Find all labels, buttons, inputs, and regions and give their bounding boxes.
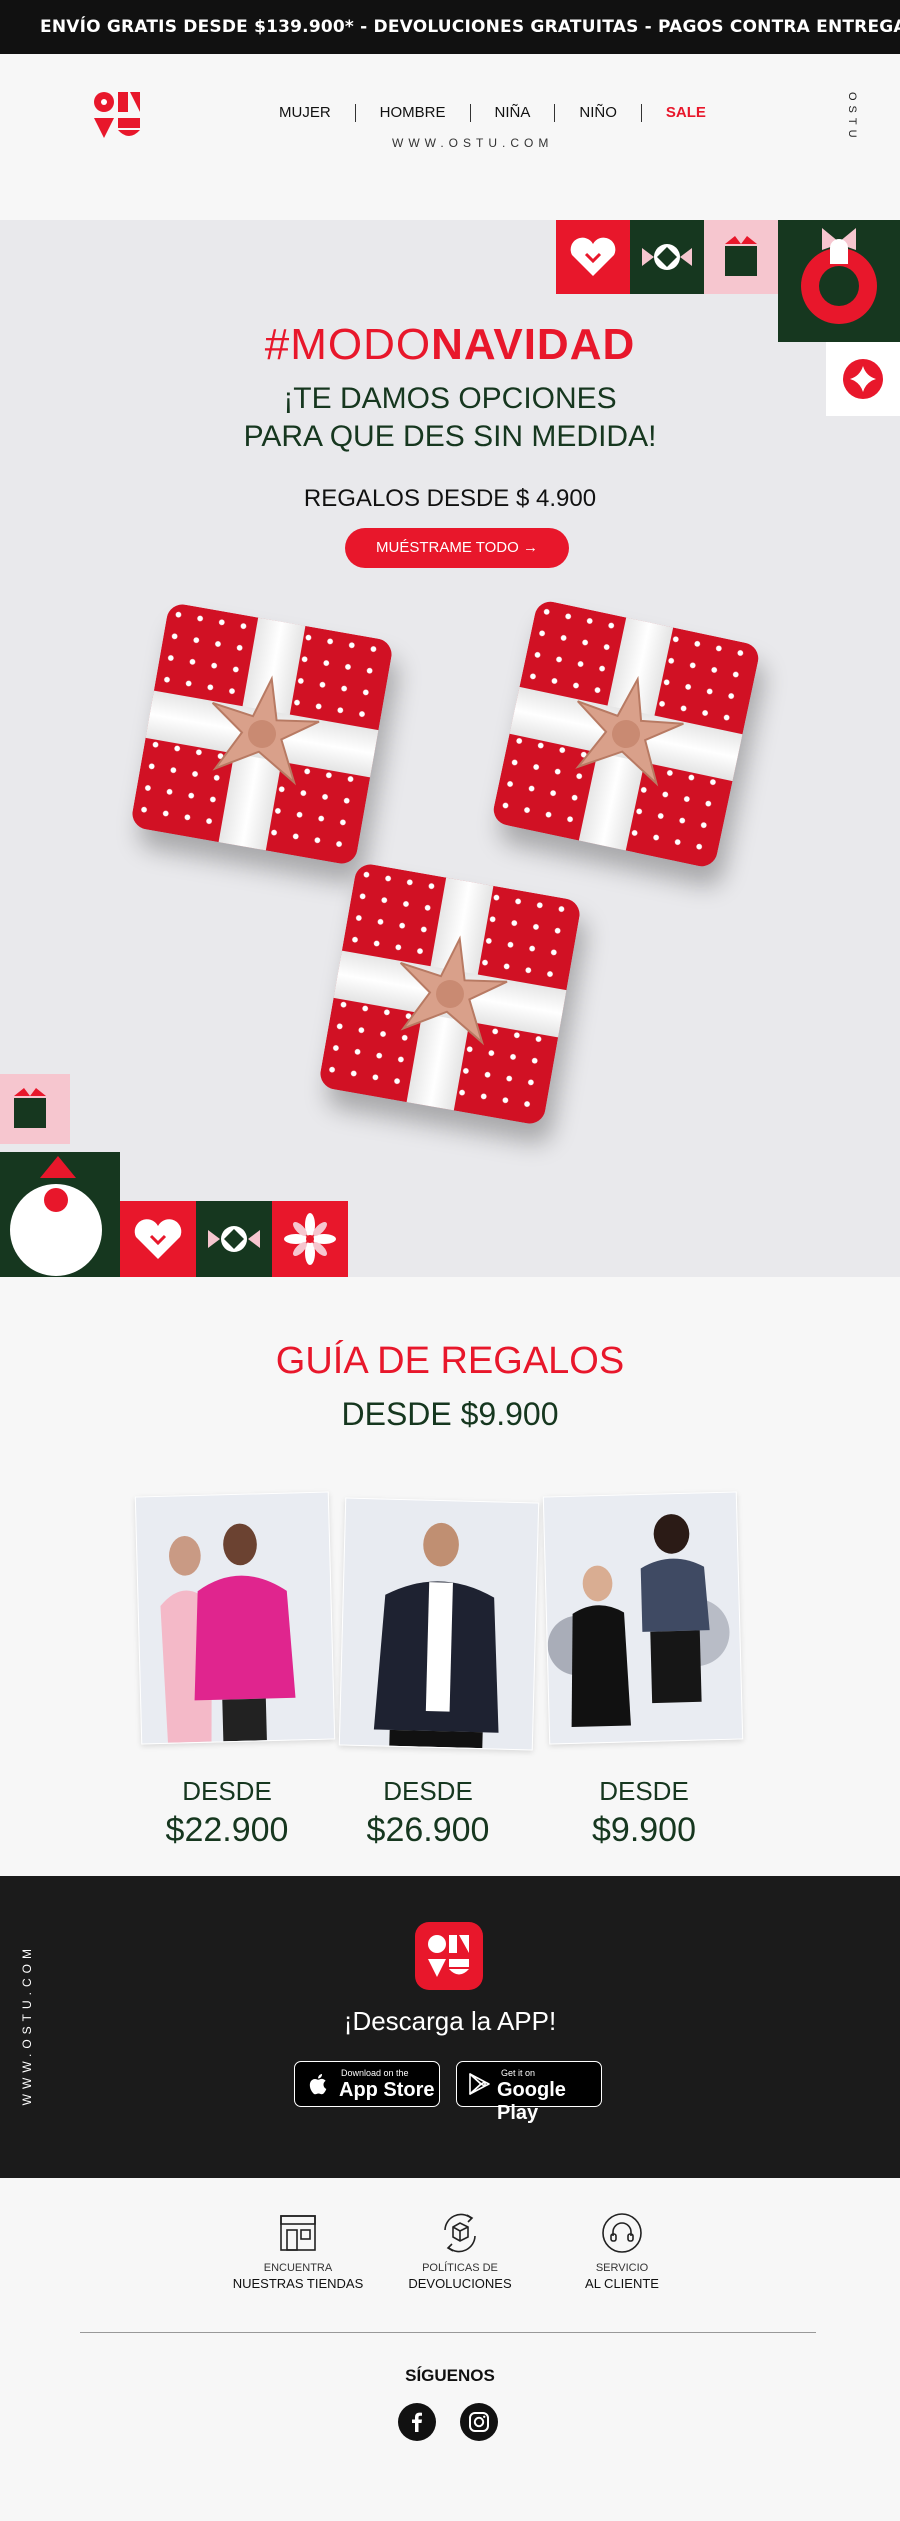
heart-icon — [120, 1201, 196, 1277]
site-header: MUJER HOMBRE NIÑA NIÑO SALE WWW.OSTU.COM… — [0, 54, 900, 220]
returns-policy-link[interactable]: POLÍTICAS DE DEVOLUCIONES — [380, 2210, 540, 2291]
googleplay-small-text: Get it on — [501, 2068, 536, 2078]
appstore-big-text: App Store — [339, 2079, 435, 2101]
service-line1: POLÍTICAS DE — [422, 2262, 498, 2274]
google-play-button[interactable]: Get it on Google Play — [456, 2061, 602, 2124]
announcement-text: ENVÍO GRATIS DESDE $139.900* - DEVOLUCIO… — [40, 17, 900, 37]
service-line1: SERVICIO — [595, 2262, 649, 2274]
brand-vertical-text: OSTU — [846, 92, 858, 143]
app-download-section: WWW.OSTU.COM ¡Descarga la APP! Download … — [0, 1876, 900, 2178]
desde-label: DESDE — [599, 1776, 689, 1806]
product-price-men: DESDE $26.900 — [328, 1776, 528, 1850]
facebook-icon[interactable] — [398, 2403, 436, 2441]
snowflake-icon — [272, 1201, 348, 1277]
bow-icon — [399, 935, 508, 1046]
googleplay-big-text: Google Play — [497, 2079, 566, 2124]
candy-icon — [630, 220, 704, 294]
price-value: $26.900 — [366, 1811, 490, 1849]
service-line2: NUESTRAS TIENDAS — [232, 2276, 364, 2291]
gift-box-image — [129, 601, 395, 867]
bow-icon — [211, 675, 320, 786]
apple-icon — [309, 2074, 327, 2095]
appstore-small-text: Download on the — [341, 2068, 409, 2078]
instagram-icon[interactable] — [460, 2403, 498, 2441]
candy-icon — [196, 1201, 272, 1277]
nav-mujer[interactable]: MUJER — [255, 104, 355, 122]
gift-price-text: REGALOS DESDE $ 4.900 — [303, 485, 597, 512]
service-line2: DEVOLUCIONES — [408, 2276, 512, 2291]
price-value: $9.900 — [592, 1811, 696, 1849]
ostu-logo[interactable] — [92, 90, 142, 140]
product-image-women[interactable] — [134, 1491, 336, 1745]
hero-subtitle-line2: PARA QUE DES SIN MEDIDA! — [243, 420, 657, 453]
google-play-icon — [469, 2073, 490, 2095]
price-value: $22.900 — [165, 1811, 289, 1849]
gift-guide-subtitle: DESDE $9.900 — [341, 1396, 559, 1432]
santa-icon — [0, 1152, 120, 1277]
hero-banner[interactable]: #MODONAVIDAD ¡TE DAMOS OPCIONES PARA QUE… — [0, 220, 900, 1277]
product-image-men[interactable] — [338, 1497, 540, 1751]
product-price-women: DESDE $22.900 — [127, 1776, 327, 1850]
footer-divider — [80, 2332, 816, 2333]
nav-sale[interactable]: SALE — [640, 104, 730, 122]
product-price-kids: DESDE $9.900 — [544, 1776, 744, 1850]
gift-icon — [704, 220, 778, 294]
hero-title-bold: NAVIDAD — [431, 320, 636, 369]
nav-hombre[interactable]: HOMBRE — [354, 104, 470, 122]
store-icon — [280, 2215, 316, 2251]
bow-icon — [575, 675, 684, 787]
gift-box-image — [490, 598, 762, 870]
site-url: WWW.OSTU.COM — [392, 136, 554, 150]
gift-box-image — [317, 861, 583, 1127]
customer-service-icon — [602, 2213, 642, 2253]
customer-service-link[interactable]: SERVICIO AL CLIENTE — [542, 2210, 702, 2291]
product-image-kids[interactable] — [542, 1491, 744, 1745]
gift-guide-title: GUÍA DE REGALOS — [275, 1340, 625, 1382]
hero-subtitle-line1: ¡TE DAMOS OPCIONES — [283, 382, 617, 415]
hero-title: #MODONAVIDAD — [0, 320, 900, 370]
find-stores-link[interactable]: ENCUENTRA NUESTRAS TIENDAS — [218, 2210, 378, 2291]
announcement-bar: ENVÍO GRATIS DESDE $139.900* - DEVOLUCIO… — [0, 0, 900, 54]
service-line2: AL CLIENTE — [585, 2276, 659, 2291]
nav-nina[interactable]: NIÑA — [469, 104, 555, 122]
service-line1: ENCUENTRA — [263, 2262, 333, 2274]
hero-subtitle: ¡TE DAMOS OPCIONES PARA QUE DES SIN MEDI… — [200, 380, 700, 456]
hero-title-prefix: #MODO — [264, 320, 432, 369]
desde-label: DESDE — [182, 1776, 272, 1806]
gift-icon — [0, 1074, 70, 1144]
follow-us-title: SÍGUENOS — [405, 2366, 495, 2385]
returns-icon — [444, 2213, 476, 2253]
ostu-app-logo[interactable] — [415, 1922, 483, 1990]
nav-nino[interactable]: NIÑO — [554, 104, 641, 122]
show-all-button[interactable]: MUÉSTRAME TODO → — [345, 528, 569, 568]
desde-label: DESDE — [383, 1776, 473, 1806]
main-nav: MUJER HOMBRE NIÑA NIÑO SALE — [255, 104, 730, 122]
heart-icon — [556, 220, 630, 294]
download-app-title: ¡Descarga la APP! — [343, 2006, 557, 2036]
app-store-button[interactable]: Download on the App Store — [294, 2061, 440, 2107]
